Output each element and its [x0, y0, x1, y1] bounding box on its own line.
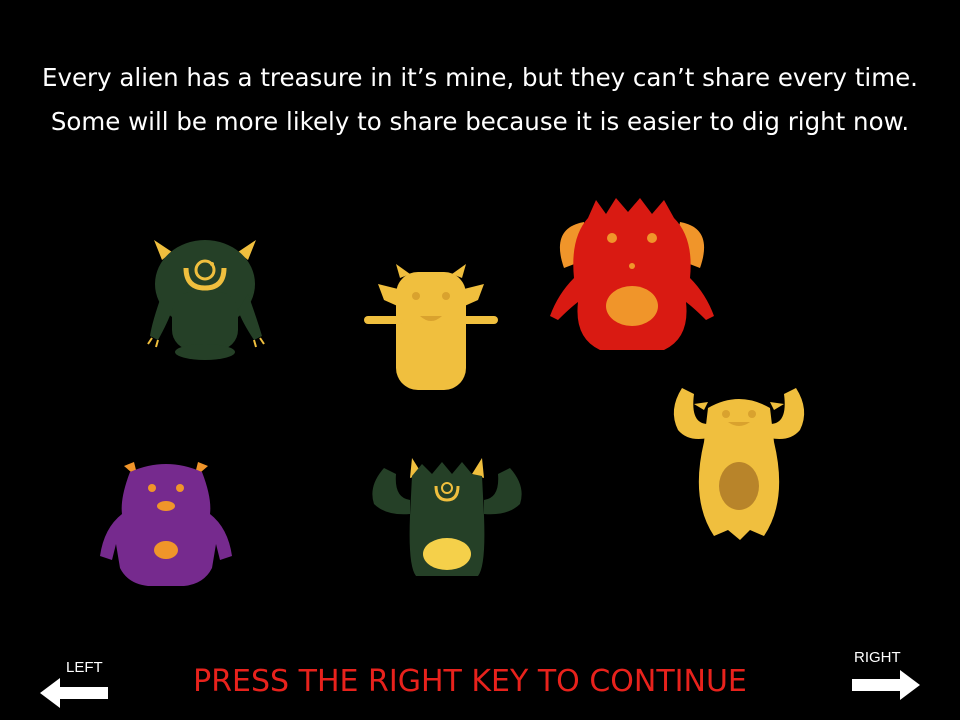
green-cyclops-alien	[147, 240, 265, 360]
yellow-horned-alien	[364, 264, 498, 390]
instruction-line-1: Every alien has a treasure in it’s mine,…	[42, 63, 918, 92]
right-arrow-icon	[852, 670, 920, 700]
continue-prompt: PRESS THE RIGHT KEY TO CONTINUE	[193, 664, 747, 699]
left-key-label: LEFT	[66, 659, 103, 676]
left-arrow-icon	[40, 678, 108, 708]
purple-alien	[100, 462, 232, 586]
yellow-arms-up-alien	[673, 388, 805, 540]
right-key-label: RIGHT	[854, 649, 901, 666]
instruction-line-2: Some will be more likely to share becaus…	[50, 107, 910, 136]
green-arms-up-alien	[372, 458, 522, 576]
instruction-text: Every alien has a treasure in it’s mine,…	[0, 56, 960, 144]
red-furry-alien	[550, 198, 714, 350]
